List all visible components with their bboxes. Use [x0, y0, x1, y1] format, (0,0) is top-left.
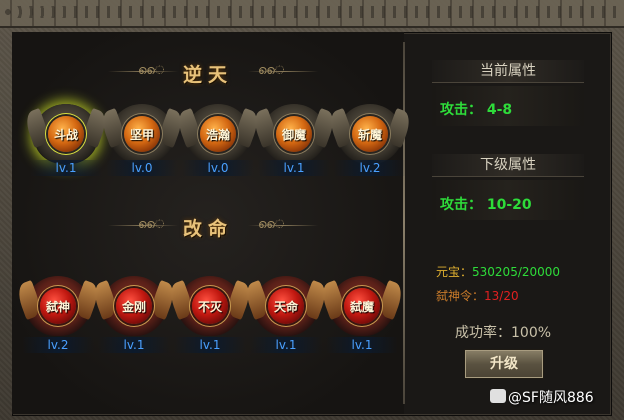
- skill-orb-icon: 弑神: [40, 288, 76, 324]
- upgrade-button[interactable]: 升级: [464, 349, 544, 379]
- skill-orb-icon: 不灭: [192, 288, 228, 324]
- skill-orb-icon: 弑魔: [344, 288, 380, 324]
- skill-level: lv.1: [258, 160, 330, 176]
- watermark-logo-icon: [490, 389, 506, 403]
- skill-label: 金刚: [121, 299, 146, 314]
- skill-orb-icon: 斗战: [48, 116, 84, 152]
- skill-orb-icon: 坚甲: [124, 116, 160, 152]
- next-attr-value: 攻击： 10-20: [440, 197, 532, 213]
- title-curl-left-icon: ൈ: [138, 217, 165, 231]
- skill-label: 天命: [273, 299, 298, 314]
- section-title-gaiming: 改命: [183, 218, 234, 240]
- skill-label: 斩魔: [357, 127, 382, 142]
- current-attr-value: 攻击： 4-8: [440, 102, 513, 118]
- title-deco-right: [248, 71, 318, 72]
- skill-level: lv.2: [22, 337, 94, 353]
- watermark: @SF随风886: [508, 390, 594, 406]
- skill-orb-icon: 御魔: [276, 116, 312, 152]
- skill-level: lv.2: [334, 160, 406, 176]
- skill-label: 坚甲: [129, 127, 154, 142]
- skill-level: lv.1: [30, 160, 102, 176]
- title-deco-right: [248, 225, 318, 226]
- token-value: 13/20: [484, 289, 519, 303]
- skill-label: 斗战: [53, 127, 78, 142]
- skill-level: lv.1: [326, 337, 398, 353]
- ornate-top-border: [0, 0, 624, 28]
- current-attr-header: 当前属性: [432, 60, 584, 83]
- panel-divider: [403, 42, 405, 404]
- skill-orb-icon: 浩瀚: [200, 116, 236, 152]
- skill-orb-icon: 金刚: [116, 288, 152, 324]
- skill-jingang[interactable]: 金刚: [98, 272, 170, 344]
- success-rate: 成功率：100%: [455, 325, 552, 341]
- skill-label: 御魔: [281, 127, 306, 142]
- skill-level: lv.0: [106, 160, 178, 176]
- skill-bumie[interactable]: 不灭: [174, 272, 246, 344]
- yuanbao-row: 元宝：530205/20000: [436, 263, 560, 280]
- section-title-nitian: 逆天: [183, 64, 234, 86]
- skill-level: lv.1: [250, 337, 322, 353]
- skill-orb-icon: 天命: [268, 288, 304, 324]
- skill-label: 浩瀚: [205, 127, 230, 142]
- skill-label: 不灭: [197, 299, 222, 314]
- skill-shishen[interactable]: 弑神: [22, 272, 94, 344]
- skill-label: 弑神: [45, 299, 70, 314]
- next-attr-header: 下级属性: [432, 154, 584, 177]
- skill-level: lv.1: [174, 337, 246, 353]
- token-label: 弑神令：: [436, 289, 485, 303]
- skill-shimo[interactable]: 弑魔: [326, 272, 398, 344]
- skill-level: lv.0: [182, 160, 254, 176]
- skill-tianming[interactable]: 天命: [250, 272, 322, 344]
- skill-level: lv.1: [98, 337, 170, 353]
- skill-label: 弑魔: [349, 299, 374, 314]
- title-curl-left-icon: ൈ: [138, 63, 165, 77]
- token-row: 弑神令：13/20: [436, 287, 519, 304]
- yuanbao-label: 元宝：: [436, 265, 473, 279]
- yuanbao-value: 530205/20000: [472, 265, 561, 279]
- skill-orb-icon: 斩魔: [352, 116, 388, 152]
